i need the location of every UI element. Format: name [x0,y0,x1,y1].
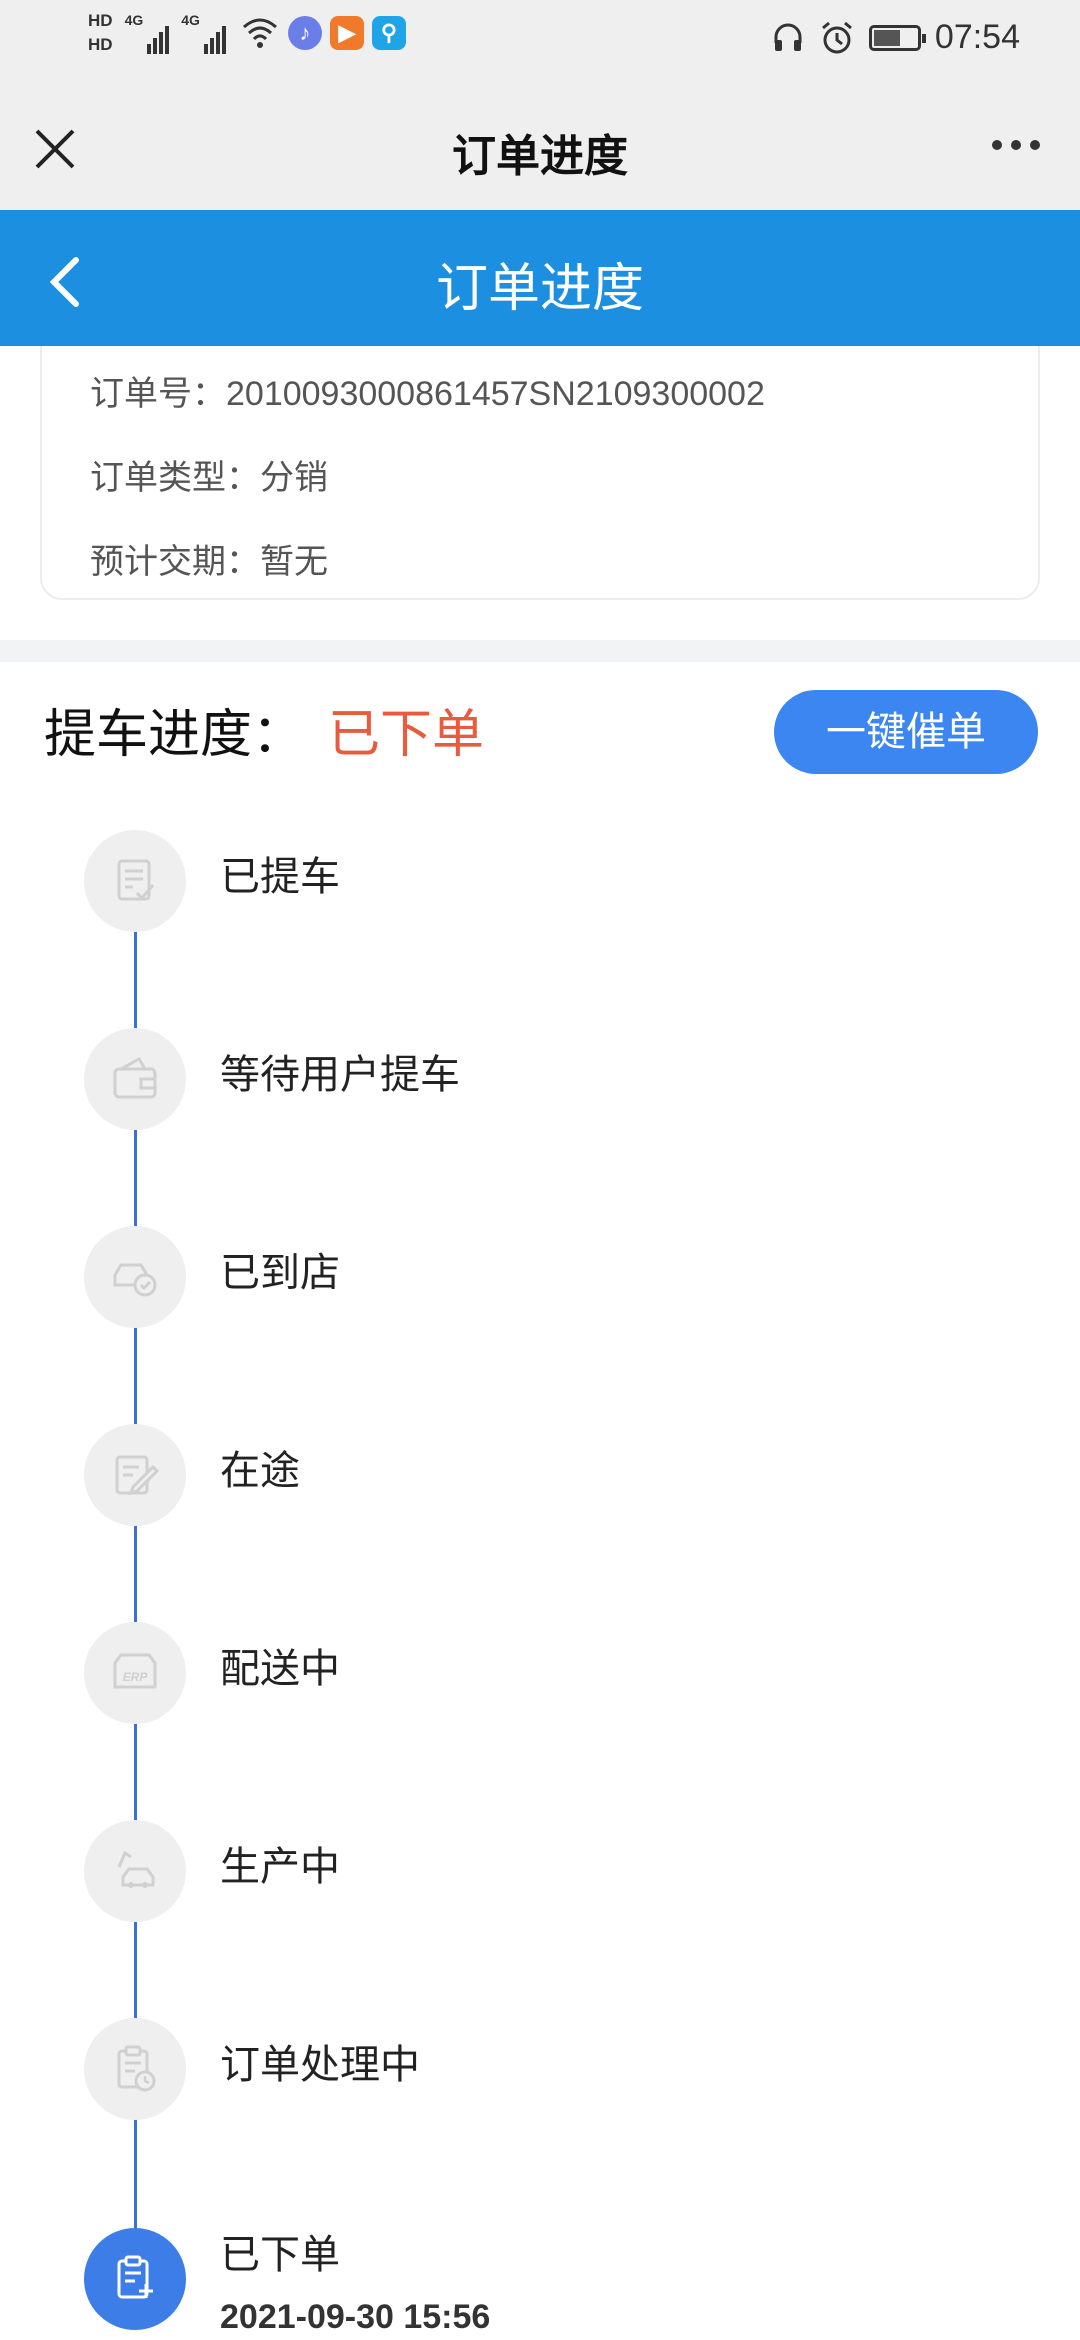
delivery-date: 暂无 [260,543,328,581]
music-app-icon: ♪ [287,16,322,50]
step-icon-wrap [84,1028,186,1130]
video-app-icon: ▶ [329,16,364,50]
timeline-connector [134,1524,137,1624]
signal-icon: 4G [125,12,170,54]
order-info-card: 订单号：2010093000861457SN2109300002 订单类型：分销… [40,346,1040,600]
step-icon-wrap [84,1820,186,1922]
hd-indicator: HD HD [88,11,113,54]
timeline-connector [134,930,137,1030]
step-icon-wrap: ERP [84,1622,186,1724]
order-type-row: 订单类型：分销 [90,459,328,497]
wifi-icon [242,18,277,48]
step-icon-wrap [84,830,186,932]
car-arrive-icon [113,1263,157,1297]
headset-icon [774,23,802,51]
timeline-connector [134,1128,137,1228]
order-number: 2010093000861457SN2109300002 [226,375,765,413]
car-factory-icon [117,1850,155,1888]
step-label-active: 已下单 [220,2232,340,2278]
step-icon-wrap [84,2018,186,2120]
order-type: 分销 [260,459,328,497]
svg-text:ERP: ERP [123,1670,149,1684]
header-title: 订单进度 [435,259,644,319]
timeline-connector [134,1920,137,2020]
status-bar: HD HD 4G 4G ♪ ▶ ⚲ 07:54 [0,0,1080,82]
battery-icon [868,24,926,51]
timeline-connector [134,1722,137,1822]
erp-truck-icon: ERP [113,1653,157,1689]
step-label: 等待用户提车 [220,1052,460,1098]
step-timestamp: 2021-09-30 15:56 [220,2298,491,2336]
remind-button[interactable]: 一键催单 [774,690,1038,774]
wallet-icon [113,1056,157,1099]
step-label: 生产中 [220,1844,340,1890]
search-app-icon: ⚲ [371,16,406,50]
signal-icon-2: 4G [181,12,226,54]
delivery-date-row: 预计交期：暂无 [90,543,328,581]
header-bar: 订单进度 [0,210,1080,346]
top-nav-bar: 订单进度 [0,82,1080,210]
more-options-icon[interactable] [992,140,1040,150]
progress-label: 提车进度： [44,705,305,765]
clipboard-clock-icon [117,2045,156,2092]
step-icon-wrap [84,1424,186,1526]
step-label: 在途 [220,1448,300,1494]
alarm-icon [821,21,852,53]
edit-document-icon [115,1455,160,1496]
checklist-icon [117,859,155,901]
order-number-row: 订单号：2010093000861457SN2109300002 [90,375,765,413]
clock: 07:54 [934,18,1020,56]
step-label: 配送中 [220,1646,340,1692]
section-divider [0,640,1080,662]
clipboard-add-icon [117,2255,153,2299]
timeline-connector [134,2118,137,2230]
progress-status: 已下单 [328,705,485,765]
timeline-connector [134,1326,137,1426]
step-label: 订单处理中 [220,2042,420,2088]
page-title: 订单进度 [452,131,628,182]
step-icon-wrap-active [84,2228,186,2330]
step-icon-wrap [84,1226,186,1328]
step-label: 已提车 [220,854,340,900]
step-label: 已到店 [220,1250,340,1296]
